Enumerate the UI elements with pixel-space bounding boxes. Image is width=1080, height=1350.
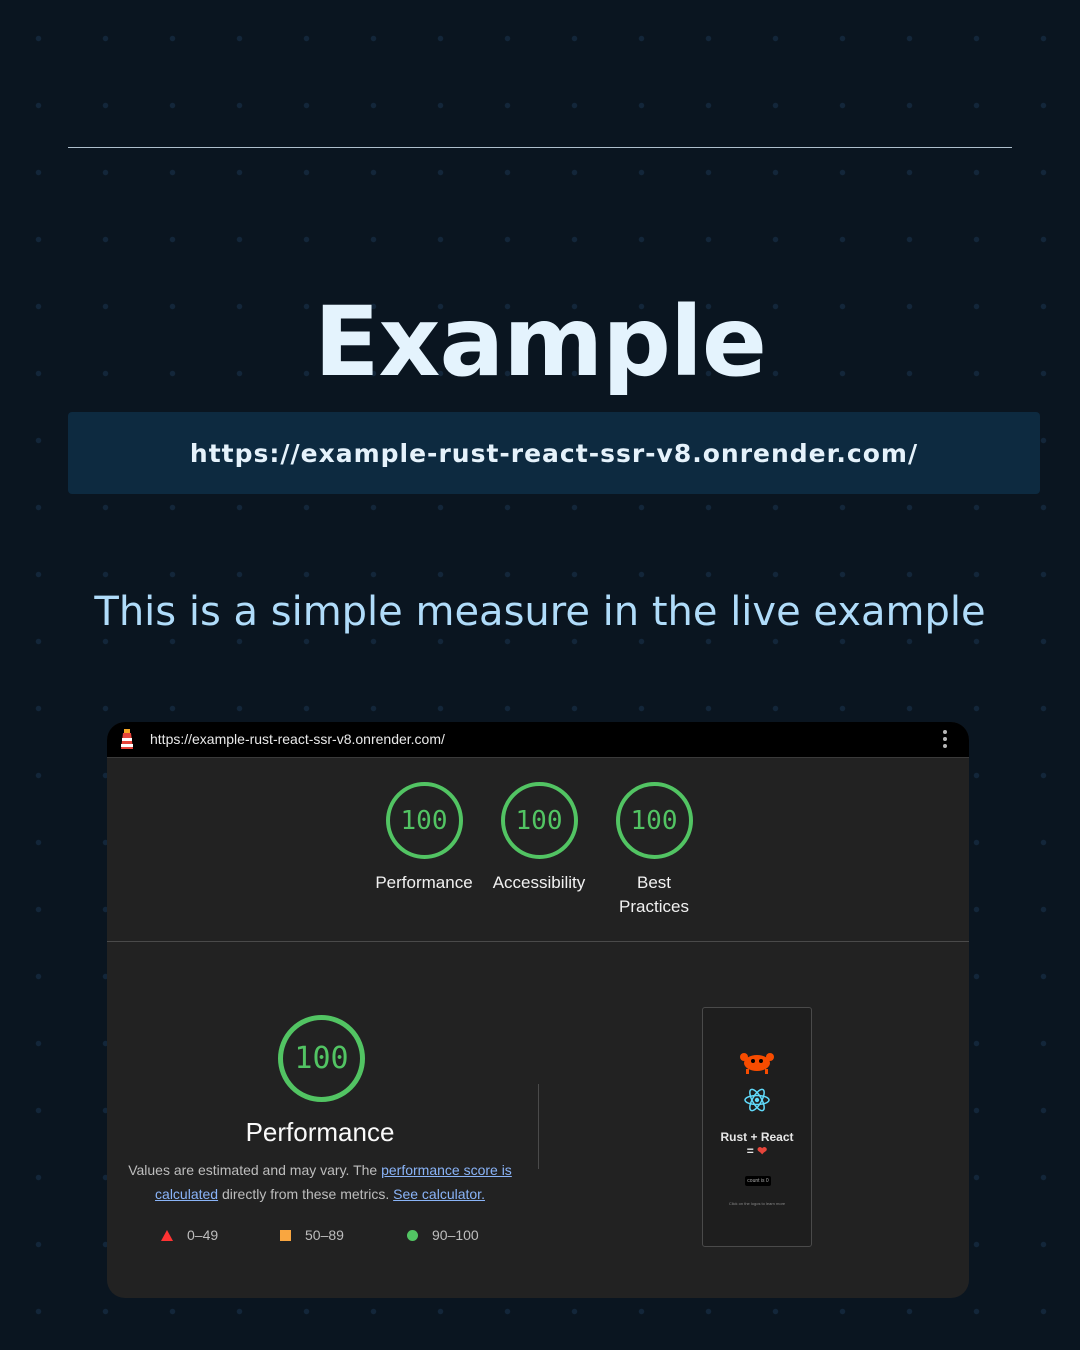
- performance-score-gauge: 100: [278, 1015, 365, 1102]
- heart-icon: ❤: [757, 1144, 768, 1158]
- preview-equation: = ❤: [703, 1144, 811, 1158]
- triangle-icon: [161, 1230, 173, 1241]
- circle-icon: [407, 1230, 418, 1241]
- rust-crab-icon: [740, 1053, 774, 1074]
- square-icon: [280, 1230, 291, 1241]
- gauge-best-practices-score: 100: [615, 782, 693, 859]
- legend-average: 50–89: [280, 1227, 344, 1243]
- performance-description: Values are estimated and may vary. The p…: [127, 1158, 513, 1206]
- legend-pass: 90–100: [407, 1227, 479, 1243]
- url-banner-text: https://example-rust-react-ssr-v8.onrend…: [189, 438, 919, 468]
- score-gauges: 100 Performance 100 Accessibility 100 Be…: [107, 782, 969, 922]
- address-bar: https://example-rust-react-ssr-v8.onrend…: [107, 722, 969, 758]
- vertical-divider: [538, 1084, 539, 1169]
- see-calculator-link[interactable]: See calculator.: [393, 1186, 485, 1202]
- top-divider: [68, 147, 1012, 148]
- gauge-accessibility-label: Accessibility: [492, 873, 586, 892]
- legend-pass-label: 90–100: [432, 1227, 479, 1243]
- section-divider: [107, 941, 969, 942]
- address-bar-url[interactable]: https://example-rust-react-ssr-v8.onrend…: [150, 731, 445, 747]
- preview-title: Rust + React = ❤: [703, 1130, 811, 1158]
- url-banner: https://example-rust-react-ssr-v8.onrend…: [68, 412, 1040, 494]
- subtitle: This is a simple measure in the live exa…: [94, 589, 986, 635]
- kebab-menu-icon[interactable]: [943, 730, 947, 751]
- preview-note: Click on the logos to learn more: [728, 1201, 786, 1206]
- preview-count-button: count is 0: [745, 1176, 771, 1186]
- perf-desc-text-2: directly from these metrics.: [218, 1186, 394, 1202]
- legend-average-label: 50–89: [305, 1227, 344, 1243]
- react-logo-icon: [744, 1088, 770, 1112]
- gauge-performance-label: Performance: [375, 873, 473, 892]
- gauge-accessibility-score: 100: [500, 782, 578, 859]
- performance-title: Performance: [245, 1117, 395, 1147]
- lighthouse-screenshot: https://example-rust-react-ssr-v8.onrend…: [107, 722, 969, 1298]
- gauge-best-practices-label: Best Practices: [619, 873, 689, 916]
- preview-equals: =: [746, 1144, 754, 1158]
- preview-heading: Rust + React: [720, 1130, 794, 1144]
- legend-fail: 0–49: [161, 1227, 218, 1243]
- legend-fail-label: 0–49: [187, 1227, 219, 1243]
- page-preview-thumbnail: Rust + React = ❤ count is 0 Click on the…: [702, 1007, 812, 1247]
- gauge-best-practices[interactable]: 100 Best Practices: [594, 782, 714, 919]
- lighthouse-icon: [121, 729, 133, 749]
- gauge-performance[interactable]: 100 Performance: [364, 782, 484, 895]
- gauge-accessibility[interactable]: 100 Accessibility: [479, 782, 599, 895]
- gauge-performance-score: 100: [385, 782, 463, 859]
- page-title: Example: [313, 286, 767, 398]
- perf-desc-text-1: Values are estimated and may vary. The: [128, 1162, 382, 1178]
